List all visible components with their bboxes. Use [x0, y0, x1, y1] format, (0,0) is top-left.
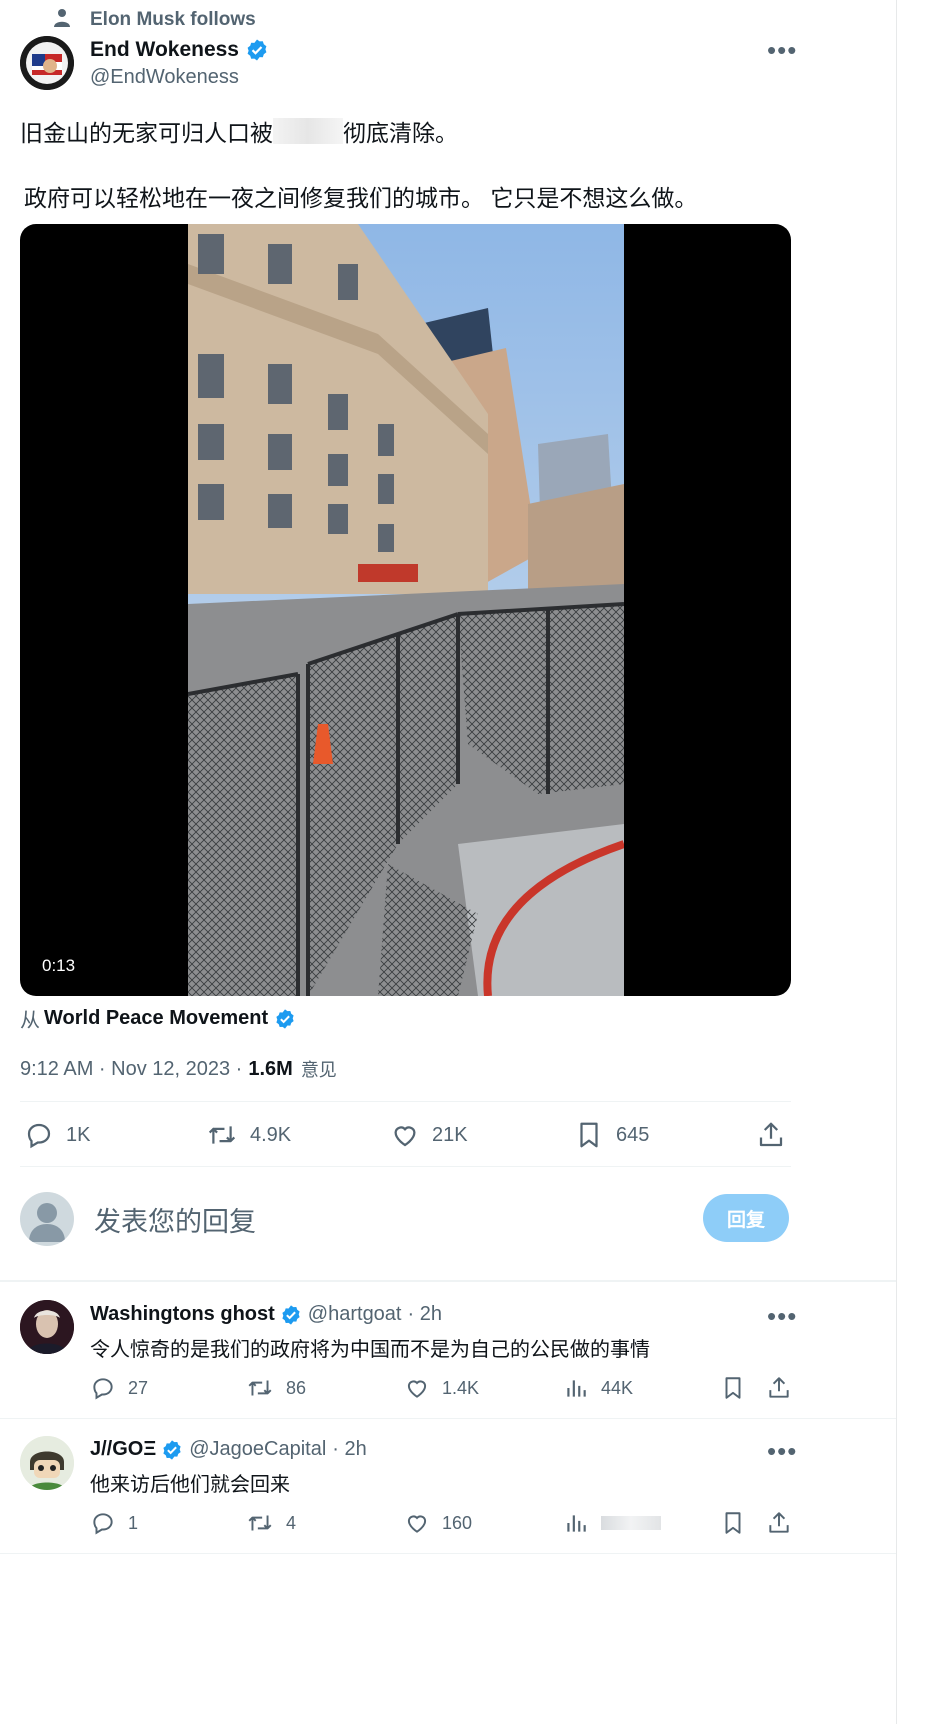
verified-badge-icon: [276, 1008, 294, 1029]
bookmark-count: 645: [616, 1123, 650, 1146]
views-count: 44K: [601, 1377, 634, 1398]
reply-time[interactable]: · 2h: [408, 1303, 442, 1326]
video-duration: 0:13: [42, 956, 76, 975]
retweet-count: 86: [286, 1377, 307, 1398]
share-icon: [769, 1512, 789, 1533]
reply-icon: [27, 1123, 51, 1149]
social-context[interactable]: Elon Musk follows: [90, 9, 256, 31]
bookmark-icon: [725, 1377, 741, 1399]
heart-icon: [407, 1380, 427, 1398]
more-options-icon[interactable]: •••: [767, 1303, 797, 1329]
share-icon: [759, 1122, 783, 1147]
retweet-icon: [248, 1380, 272, 1396]
reply-text: 他来访后他们就会回来: [90, 1474, 290, 1496]
like-count: 1.4K: [442, 1377, 480, 1398]
views-action[interactable]: [563, 1510, 661, 1536]
reply-icon: [93, 1513, 113, 1535]
like-action[interactable]: 21K: [390, 1120, 468, 1150]
video-player[interactable]: 0:13: [20, 224, 791, 996]
divider: [20, 1166, 791, 1167]
reply-handle[interactable]: @hartgoat: [308, 1303, 402, 1326]
timestamp[interactable]: 9:12 AM · Nov 12, 2023 ·: [20, 1058, 242, 1081]
bookmark-action[interactable]: 645: [574, 1120, 649, 1150]
reply-display-name[interactable]: J//GOΞ: [90, 1438, 156, 1461]
heart-icon: [407, 1515, 427, 1533]
verified-badge-icon: [247, 39, 267, 61]
view-count: 1.6M: [248, 1057, 293, 1080]
retweet-action[interactable]: 4: [246, 1510, 296, 1536]
reply-handle[interactable]: @JagoeCapital: [189, 1438, 326, 1461]
verified-badge-icon: [163, 1439, 181, 1460]
retweet-icon: [208, 1126, 236, 1144]
author-avatar[interactable]: [20, 36, 74, 90]
reply-button[interactable]: 回复: [703, 1194, 789, 1242]
reply-action[interactable]: 27: [90, 1375, 148, 1401]
reply-avatar[interactable]: [20, 1436, 74, 1490]
bookmark-action[interactable]: [720, 1510, 758, 1536]
bookmark-icon: [725, 1512, 741, 1534]
view-label: 意见: [300, 1060, 337, 1080]
retweet-count: 4: [286, 1512, 297, 1533]
tweet-text-line1: 旧金山的无家可归人口被 彻底清除。: [20, 114, 458, 148]
analytics-icon: [567, 1380, 586, 1397]
reply-count: 1: [128, 1512, 139, 1533]
author-handle[interactable]: @EndWokeness: [90, 66, 239, 89]
bookmark-icon: [580, 1122, 598, 1148]
retweet-count: 4.9K: [250, 1123, 292, 1146]
reply-avatar[interactable]: [20, 1300, 74, 1354]
verified-badge-icon: [282, 1304, 300, 1325]
attribution-name[interactable]: World Peace Movement: [44, 1007, 268, 1030]
retweet-action[interactable]: 4.9K: [206, 1120, 291, 1150]
reply-time[interactable]: · 2h: [332, 1438, 366, 1461]
video-thumbnail: [188, 224, 624, 996]
divider: [20, 1101, 791, 1102]
reply-header: Washingtons ghost @hartgoat · 2h: [90, 1303, 442, 1326]
reply-count: 27: [128, 1377, 149, 1398]
tweet-text-part1: 旧金山的无家可归人口被: [20, 120, 273, 146]
tweet-text-line2: 政府可以轻松地在一夜之间修复我们的城市。 它只是不想这么做。: [24, 185, 698, 211]
like-action[interactable]: 1.4K: [404, 1375, 479, 1401]
divider: [0, 1418, 896, 1419]
author-name-row[interactable]: End Wokeness: [90, 38, 269, 62]
heart-icon: [394, 1126, 416, 1147]
reply-input[interactable]: 发表您的回复: [94, 1200, 256, 1239]
author-display-name[interactable]: End Wokeness: [90, 38, 239, 62]
like-action[interactable]: 160: [404, 1510, 472, 1536]
reply-icon: [93, 1378, 113, 1400]
column-border: [896, 0, 897, 1724]
views-action[interactable]: 44K: [563, 1375, 633, 1401]
attribution-prefix: 从: [20, 1010, 40, 1032]
divider: [0, 1553, 896, 1554]
like-count: 160: [442, 1512, 473, 1533]
share-action[interactable]: [766, 1375, 804, 1401]
more-options-icon[interactable]: •••: [767, 37, 797, 63]
reply-count: 1K: [66, 1123, 91, 1146]
retweet-action[interactable]: 86: [246, 1375, 306, 1401]
reply-header: J//GOΞ @JagoeCapital · 2h: [90, 1438, 367, 1461]
user-avatar[interactable]: [20, 1192, 74, 1246]
tweet-text-part2: 彻底清除。: [343, 120, 458, 146]
bookmark-action[interactable]: [720, 1375, 758, 1401]
retweet-icon: [248, 1515, 272, 1531]
person-icon: [52, 8, 72, 33]
reply-action[interactable]: 1: [90, 1510, 138, 1536]
more-options-icon[interactable]: •••: [767, 1438, 797, 1464]
like-count: 21K: [432, 1123, 468, 1146]
share-action[interactable]: [756, 1120, 798, 1150]
divider: [0, 1280, 896, 1282]
reply-text: 令人惊奇的是我们的政府将为中国而不是为自己的公民做的事情: [90, 1339, 650, 1361]
timestamp-row: 9:12 AM · Nov 12, 2023 · 1.6M 意见: [20, 1056, 337, 1082]
analytics-icon: [567, 1515, 586, 1532]
redacted-text: [273, 118, 343, 144]
reply-action[interactable]: 1K: [24, 1120, 90, 1150]
share-icon: [769, 1377, 789, 1398]
share-action[interactable]: [766, 1510, 804, 1536]
reply-display-name[interactable]: Washingtons ghost: [90, 1303, 275, 1326]
video-attribution[interactable]: 从 World Peace Movement: [20, 1004, 296, 1033]
redacted-views: [601, 1516, 661, 1530]
